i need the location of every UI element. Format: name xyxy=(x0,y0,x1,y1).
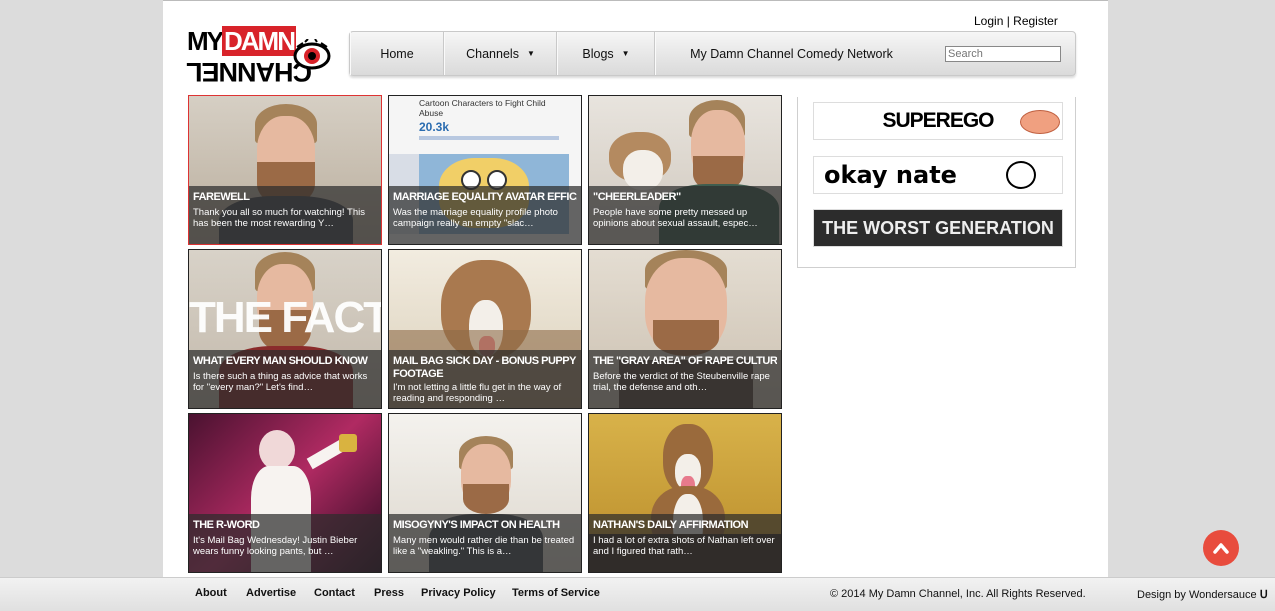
video-caption: The R-Word It's Mail Bag Wednesday! Just… xyxy=(189,514,381,572)
video-caption: Mail Bag Sick Day - Bonus Puppy Footage … xyxy=(389,350,581,408)
screen-overlay-text: THE FACT xyxy=(189,293,382,342)
video-card[interactable]: Mail Bag Sick Day - Bonus Puppy Footage … xyxy=(388,249,582,409)
video-card[interactable]: The "Gray Area" of Rape Culture Before t… xyxy=(588,249,782,409)
nav-comedy-network[interactable]: My Damn Channel Comedy Network xyxy=(655,32,927,75)
video-title: Mail Bag Sick Day - Bonus Puppy Footage xyxy=(393,355,576,380)
video-card[interactable]: Cartoon Characters to Fight Child Abuse … xyxy=(388,95,582,245)
video-card[interactable]: "Cheerleader" People have some pretty me… xyxy=(588,95,782,245)
brain-icon xyxy=(1020,110,1060,134)
video-title: What Every Man Should Know xyxy=(193,355,368,367)
video-grid: Farewell Thank you all so much for watch… xyxy=(188,95,782,573)
video-description: I had a lot of extra shots of Nathan lef… xyxy=(593,535,775,557)
auth-separator: | xyxy=(1003,14,1014,28)
nav-home-label: Home xyxy=(380,46,414,61)
logo-top-word: MYDAMN xyxy=(187,26,296,56)
nav-network-label: My Damn Channel Comedy Network xyxy=(690,46,893,61)
video-caption: Nathan's Daily Affirmation I had a lot o… xyxy=(589,514,781,572)
site-logo[interactable]: MYDAMN CHANNEL xyxy=(187,25,333,91)
banner-label: THE WORST GENERATION xyxy=(822,217,1054,238)
video-description: Was the marriage equality profile photo … xyxy=(393,207,558,229)
video-caption: What Every Man Should Know Is there such… xyxy=(189,350,381,408)
nav-channels[interactable]: Channels ▼ xyxy=(444,32,557,75)
video-caption: Marriage Equality Avatar Efficacy Was th… xyxy=(389,186,581,244)
design-name: Wondersauce xyxy=(1188,589,1257,601)
face-doodle-icon xyxy=(1006,161,1036,189)
design-prefix: Design by xyxy=(1137,589,1189,601)
login-link[interactable]: Login xyxy=(974,14,1003,28)
wondersauce-logo-icon: ᑌ xyxy=(1256,589,1268,601)
video-description: Is there such a thing as advice that wor… xyxy=(193,371,368,393)
footer-link-contact[interactable]: Contact xyxy=(314,587,355,599)
sidebar-blogs: SUPEREGO okay nate THE WORST GENERATION xyxy=(797,97,1076,268)
eye-icon xyxy=(293,39,331,70)
design-credit[interactable]: Design by Wondersauce ᑌ xyxy=(1137,588,1268,601)
site-footer: About Advertise Contact Press Privacy Po… xyxy=(0,577,1275,611)
nav-channels-label: Channels xyxy=(466,46,519,61)
footer-link-terms[interactable]: Terms of Service xyxy=(512,587,600,599)
auth-links: Login | Register xyxy=(974,14,1058,28)
nav-blogs[interactable]: Blogs ▼ xyxy=(557,32,655,75)
video-card[interactable]: THE FACT What Every Man Should Know Is t… xyxy=(188,249,382,409)
video-title: Farewell xyxy=(193,191,250,203)
chevron-up-icon xyxy=(1213,543,1229,554)
footer-link-press[interactable]: Press xyxy=(374,587,404,599)
video-description: Many men would rather die than be treate… xyxy=(393,535,575,557)
caret-down-icon: ▼ xyxy=(526,49,535,58)
video-title: Nathan's Daily Affirmation xyxy=(593,519,749,531)
scroll-to-top-button[interactable] xyxy=(1203,530,1239,566)
register-link[interactable]: Register xyxy=(1013,14,1058,28)
screen-count: 20.3k xyxy=(419,120,450,134)
video-description: Thank you all so much for watching! This… xyxy=(193,207,365,229)
search-input[interactable] xyxy=(945,45,1061,62)
video-caption: "Cheerleader" People have some pretty me… xyxy=(589,186,781,244)
video-description: Before the verdict of the Steubenville r… xyxy=(593,371,770,393)
video-title: The R-Word xyxy=(193,519,260,531)
nav-blogs-label: Blogs xyxy=(582,46,614,61)
video-card[interactable]: Misogyny's Impact on Health Many men wou… xyxy=(388,413,582,573)
blog-banner-superego[interactable]: SUPEREGO xyxy=(813,102,1063,140)
blog-banner-worst-generation[interactable]: THE WORST GENERATION xyxy=(813,209,1063,247)
footer-link-privacy[interactable]: Privacy Policy xyxy=(421,587,496,599)
nav-home[interactable]: Home xyxy=(350,32,444,75)
main-nav: Home Channels ▼ Blogs ▼ My Damn Channel Co… xyxy=(349,31,1076,76)
video-card[interactable]: The R-Word It's Mail Bag Wednesday! Just… xyxy=(188,413,382,573)
video-description: It's Mail Bag Wednesday! Justin Bieber w… xyxy=(193,535,358,557)
page-container: MYDAMN CHANNEL Login | Register Home Cha… xyxy=(163,0,1108,577)
video-caption: Misogyny's Impact on Health Many men wou… xyxy=(389,514,581,572)
footer-link-advertise[interactable]: Advertise xyxy=(246,587,296,599)
video-description: I'm not letting a little flu get in the … xyxy=(393,382,562,404)
footer-link-about[interactable]: About xyxy=(195,587,227,599)
video-title: Marriage Equality Avatar Efficacy xyxy=(393,191,577,203)
caret-down-icon: ▼ xyxy=(621,49,630,58)
video-card[interactable]: Farewell Thank you all so much for watch… xyxy=(188,95,382,245)
video-title: "Cheerleader" xyxy=(593,191,681,203)
video-caption: The "Gray Area" of Rape Culture Before t… xyxy=(589,350,781,408)
video-card[interactable]: Nathan's Daily Affirmation I had a lot o… xyxy=(588,413,782,573)
video-caption: Farewell Thank you all so much for watch… xyxy=(189,186,381,244)
screen-headline: Cartoon Characters to Fight Child Abuse xyxy=(419,98,546,118)
blog-banner-okay-nate[interactable]: okay nate xyxy=(813,156,1063,194)
video-title: The "Gray Area" of Rape Culture xyxy=(593,355,777,367)
video-description: People have some pretty messed up opinio… xyxy=(593,207,758,229)
copyright-text: © 2014 My Damn Channel, Inc. All Rights … xyxy=(830,588,1086,600)
video-title: Misogyny's Impact on Health xyxy=(393,519,560,531)
